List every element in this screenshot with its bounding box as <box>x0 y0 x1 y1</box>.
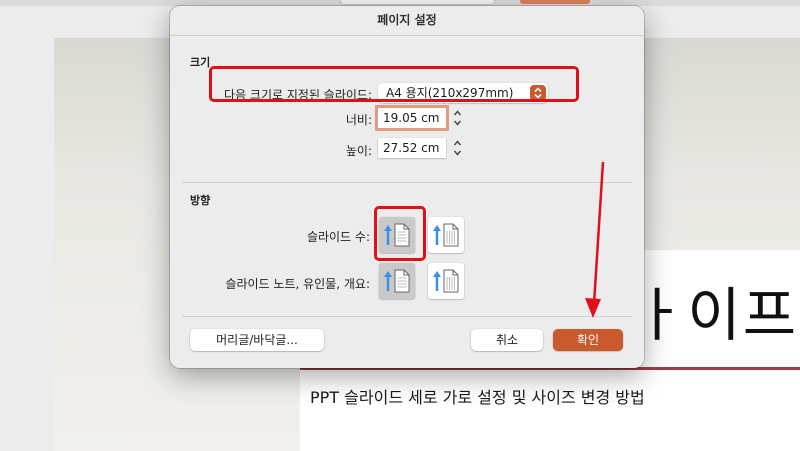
arrow-annotation-icon <box>585 161 605 318</box>
